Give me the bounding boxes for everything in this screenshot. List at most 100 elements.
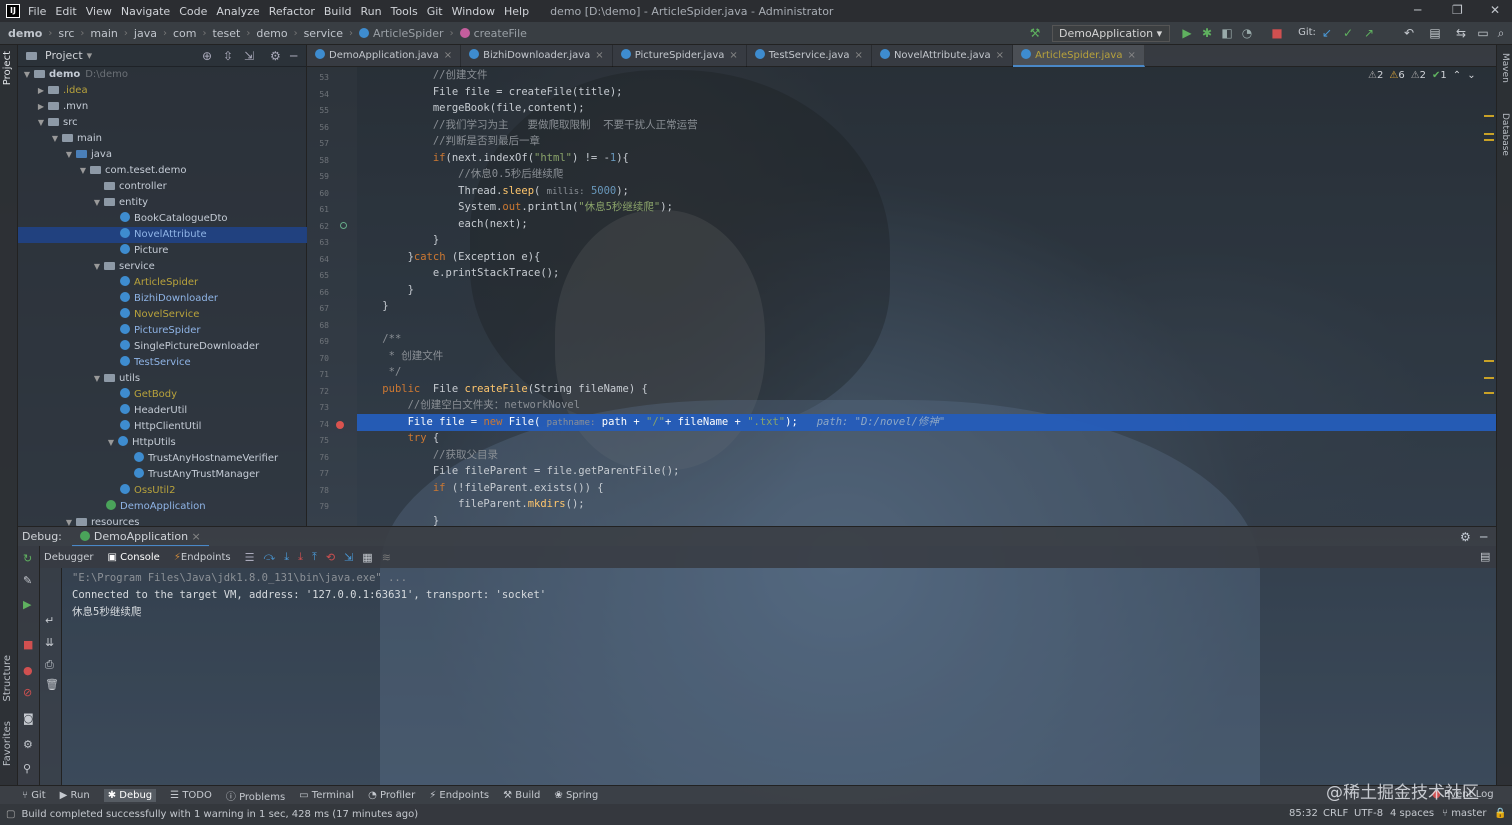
rerun-icon[interactable]: ↻ xyxy=(23,552,32,565)
tree-item-singlepicturedownloader[interactable]: SinglePictureDownloader xyxy=(18,339,307,355)
code-line[interactable]: System.out.println("休息5秒继续爬"); xyxy=(357,199,1496,216)
code-line[interactable]: each(next); xyxy=(357,216,1496,233)
line-separator[interactable]: CRLF xyxy=(1323,808,1348,819)
debug-settings-gear-icon[interactable]: ⚙ xyxy=(1460,530,1471,544)
close-tab-icon[interactable]: × xyxy=(855,50,863,61)
git-branch[interactable]: ⑂ master xyxy=(1442,808,1486,819)
breadcrumb-teset[interactable]: teset xyxy=(212,27,240,40)
settings-gear-icon[interactable]: ⚙ xyxy=(270,49,281,63)
tree-item-mvn[interactable]: ▶ .mvn xyxy=(18,99,307,115)
tool-spring[interactable]: ❀ Spring xyxy=(554,790,598,801)
prev-highlight-icon[interactable]: ⌃ xyxy=(1453,70,1461,81)
tree-item-entity[interactable]: ▼ entity xyxy=(18,195,307,211)
breadcrumb-com[interactable]: com xyxy=(173,27,197,40)
status-message[interactable]: Build completed successfully with 1 warn… xyxy=(21,809,418,820)
soft-wrap-icon[interactable]: ↵ xyxy=(45,614,54,627)
menu-navigate[interactable]: Navigate xyxy=(121,5,170,18)
tree-item-novelattribute[interactable]: NovelAttribute xyxy=(18,227,307,243)
close-tab-icon[interactable]: × xyxy=(729,50,737,61)
caret-position[interactable]: 85:32 xyxy=(1289,808,1318,819)
tree-item-src[interactable]: ▼ src xyxy=(18,115,307,131)
code-line[interactable]: //我们学习为主 要做爬取限制 不要干扰人正常运营 xyxy=(357,117,1496,134)
code-line[interactable]: File file = createFile(title); xyxy=(357,84,1496,101)
print-icon[interactable]: ⎙ xyxy=(45,658,54,672)
menu-tools[interactable]: Tools xyxy=(391,5,418,18)
tree-item-httputils[interactable]: ▼ HttpUtils xyxy=(18,435,307,451)
code-line[interactable]: } xyxy=(357,298,1496,315)
evaluate-expression-icon[interactable]: ▦ xyxy=(362,551,372,564)
tree-item-idea[interactable]: ▶ .idea xyxy=(18,83,307,99)
tree-item-java[interactable]: ▼ java xyxy=(18,147,307,163)
show-execution-point-icon[interactable]: ☰ xyxy=(245,551,255,564)
tree-item-picturespider[interactable]: PictureSpider xyxy=(18,323,307,339)
code-line[interactable]: File fileParent = file.getParentFile(); xyxy=(357,463,1496,480)
error-stripe-mark[interactable] xyxy=(1484,133,1494,135)
breadcrumb-main[interactable]: main xyxy=(90,27,117,40)
tree-item-testservice[interactable]: TestService xyxy=(18,355,307,371)
code-line[interactable]: if (!fileParent.exists()) { xyxy=(357,480,1496,497)
menu-run[interactable]: Run xyxy=(361,5,382,18)
code-line[interactable]: //创建空白文件夹：networkNovel xyxy=(357,397,1496,414)
error-stripe-mark[interactable] xyxy=(1484,115,1494,117)
code-line[interactable]: /** xyxy=(357,331,1496,348)
tree-item-demoapplication[interactable]: DemoApplication xyxy=(18,499,307,515)
code-line[interactable]: */ xyxy=(357,364,1496,381)
search-icon[interactable]: ⌕ xyxy=(1494,26,1508,40)
error-stripe-mark[interactable] xyxy=(1484,360,1494,362)
tree-item-demo[interactable]: ▼ demo D:\demo xyxy=(18,67,307,83)
close-icon[interactable]: ✕ xyxy=(1490,3,1500,17)
tool-profiler[interactable]: ◔ Profiler xyxy=(368,790,415,801)
code-line[interactable]: * 创建文件 xyxy=(357,348,1496,365)
code-line[interactable]: //获取父目录 xyxy=(357,447,1496,464)
tree-item-getbody[interactable]: GetBody xyxy=(18,387,307,403)
menu-help[interactable]: Help xyxy=(504,5,529,18)
run-to-cursor-icon[interactable]: ⇲ xyxy=(344,551,353,564)
debug-session-tab[interactable]: DemoApplication × xyxy=(71,527,209,547)
layout-icon[interactable]: ▭ xyxy=(1476,26,1490,40)
clear-all-icon[interactable]: 🗑 xyxy=(45,678,59,691)
close-tab-icon[interactable]: × xyxy=(1127,50,1135,61)
minimize-icon[interactable]: ─ xyxy=(1414,3,1421,17)
view-breakpoints-icon[interactable]: ● xyxy=(23,664,33,677)
tree-item-bookcataloguedto[interactable]: BookCatalogueDto xyxy=(18,211,307,227)
code-line[interactable]: if(next.indexOf("html") != -1){ xyxy=(357,150,1496,167)
tool-todo[interactable]: ☰ TODO xyxy=(170,790,212,801)
next-highlight-icon[interactable]: ⌄ xyxy=(1467,70,1475,81)
tree-item-articlespider[interactable]: ArticleSpider xyxy=(18,275,307,291)
git-update-icon[interactable]: ↙ xyxy=(1320,26,1334,40)
camera-icon[interactable]: ◙ xyxy=(23,712,34,725)
hide-panel-icon[interactable]: ─ xyxy=(290,49,297,63)
close-tab-icon[interactable]: × xyxy=(595,50,603,61)
debugger-tab[interactable]: Debugger xyxy=(44,552,94,563)
tab-bizhidownloader[interactable]: BizhiDownloader.java × xyxy=(461,45,613,67)
step-into-icon[interactable]: ⤓ xyxy=(284,550,289,564)
menu-file[interactable]: File xyxy=(28,5,46,18)
breadcrumb-createfile[interactable]: createFile xyxy=(474,27,527,40)
coverage-icon[interactable]: ◧ xyxy=(1220,26,1234,40)
menu-analyze[interactable]: Analyze xyxy=(216,5,259,18)
pin-icon[interactable]: ⚲ xyxy=(23,762,31,775)
menu-window[interactable]: Window xyxy=(452,5,495,18)
modify-config-icon[interactable]: ✎ xyxy=(23,574,32,587)
run-configuration-select[interactable]: DemoApplication ▾ xyxy=(1052,25,1170,42)
debug-hide-icon[interactable]: ─ xyxy=(1480,530,1487,544)
tree-item-ossutil2[interactable]: OssUtil2 xyxy=(18,483,307,499)
current-execution-line[interactable]: File file = new File( pathname: path + "… xyxy=(357,414,1496,431)
menu-view[interactable]: View xyxy=(86,5,112,18)
menu-edit[interactable]: Edit xyxy=(55,5,76,18)
layout-settings-icon[interactable]: ▤ xyxy=(1480,550,1490,563)
tree-item-trustanytrustmanager[interactable]: TrustAnyTrustManager xyxy=(18,467,307,483)
tree-item-headerutil[interactable]: HeaderUtil xyxy=(18,403,307,419)
debug-icon[interactable]: ✱ xyxy=(1200,26,1214,40)
locate-icon[interactable]: ⊕ xyxy=(202,49,212,63)
force-step-into-icon[interactable]: ⤓ xyxy=(298,550,303,564)
tree-item-trustanyhostnameverifier[interactable]: TrustAnyHostnameVerifier xyxy=(18,451,307,467)
trace-icon[interactable]: ≋ xyxy=(382,551,391,564)
resume-icon[interactable]: ▶ xyxy=(23,598,31,611)
favorites-tool-tab[interactable]: Favorites xyxy=(2,721,13,766)
build-hammer-icon[interactable]: ⚒ xyxy=(1028,26,1042,40)
close-tab-icon[interactable]: × xyxy=(444,50,452,61)
code-line[interactable]: fileParent.mkdirs(); xyxy=(357,496,1496,513)
breakpoint-icon[interactable] xyxy=(336,421,344,429)
step-out-icon[interactable]: ⤒ xyxy=(312,550,317,564)
